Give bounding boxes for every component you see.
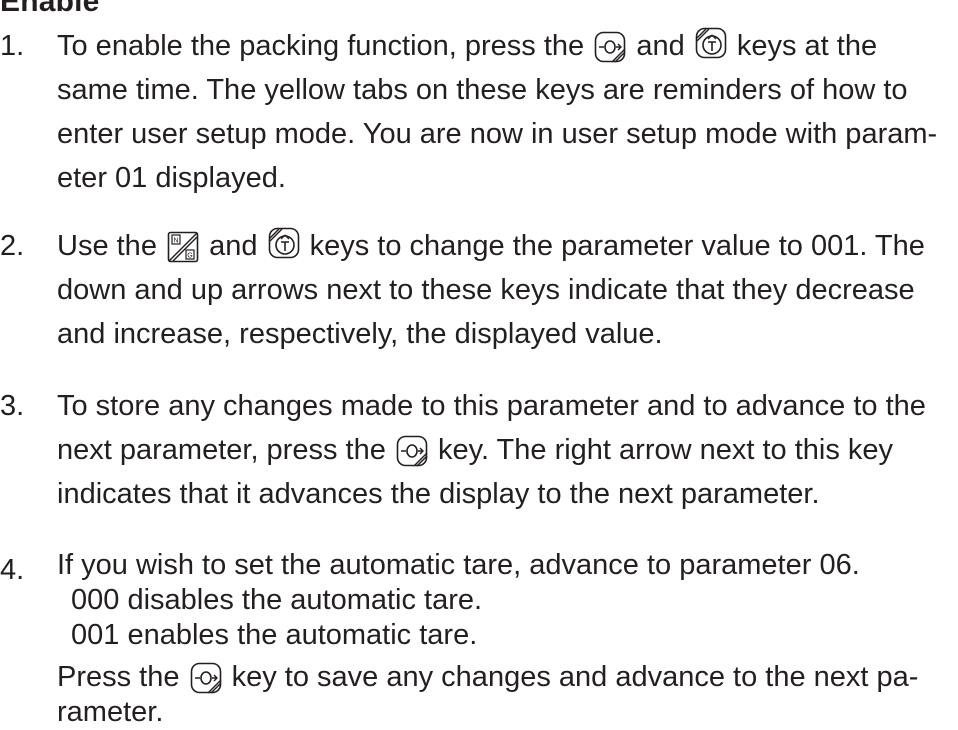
step-number: 2. bbox=[0, 230, 25, 262]
text-segment: key. The right arrow next to this key bbox=[437, 434, 894, 466]
text-line: 000 disables the automatic tare. bbox=[71, 584, 483, 616]
zero-key-icon bbox=[594, 31, 626, 63]
text-line: same time. The yellow tabs on these keys… bbox=[57, 74, 908, 106]
text-line: down and up arrows next to these keys in… bbox=[57, 274, 915, 306]
step-number: 4. bbox=[0, 554, 25, 586]
step-number: 1. bbox=[0, 30, 25, 62]
text-line: 001 enables the automatic tare. bbox=[71, 619, 478, 651]
step-text: To enable the packing function, press th… bbox=[57, 24, 952, 200]
text-segment: and bbox=[209, 230, 258, 262]
tare-key-icon bbox=[695, 27, 727, 59]
text-line: and increase, respectively, the displaye… bbox=[57, 318, 663, 350]
text-segment: keys to change the parameter value to 00… bbox=[309, 230, 925, 262]
step-text: To store any changes made to this parame… bbox=[57, 384, 952, 516]
text-line: indicates that it advances the display t… bbox=[57, 478, 820, 510]
text-segment: To enable the packing function, press th… bbox=[57, 30, 585, 62]
text-line: eter 01 displayed. bbox=[57, 162, 286, 194]
text-line: enter user setup mode. You are now in us… bbox=[57, 118, 938, 150]
svg-text:N: N bbox=[173, 238, 178, 245]
section-heading: Enable bbox=[0, 0, 100, 18]
text-segment: and bbox=[636, 30, 685, 62]
step-number: 3. bbox=[0, 390, 25, 422]
text-segment: Use the bbox=[57, 230, 157, 262]
text-segment: next parameter, press the bbox=[57, 434, 386, 466]
text-line: To store any changes made to this parame… bbox=[57, 390, 926, 422]
svg-text:G: G bbox=[187, 253, 192, 260]
zero-key-icon bbox=[190, 662, 222, 694]
text-segment: key to save any changes and advance to t… bbox=[231, 661, 919, 693]
text-segment: Press the bbox=[57, 661, 180, 693]
net-gross-key-icon: N G bbox=[167, 231, 199, 263]
zero-key-icon bbox=[396, 435, 428, 467]
text-line: If you wish to set the automatic tare, a… bbox=[57, 549, 860, 581]
tare-key-icon bbox=[268, 227, 300, 259]
step-text: Use the N G and keys to change the param… bbox=[57, 224, 952, 356]
text-line: rameter. bbox=[57, 696, 164, 728]
text-segment: keys at the bbox=[736, 30, 878, 62]
step-text: If you wish to set the automatic tare, a… bbox=[57, 548, 952, 730]
